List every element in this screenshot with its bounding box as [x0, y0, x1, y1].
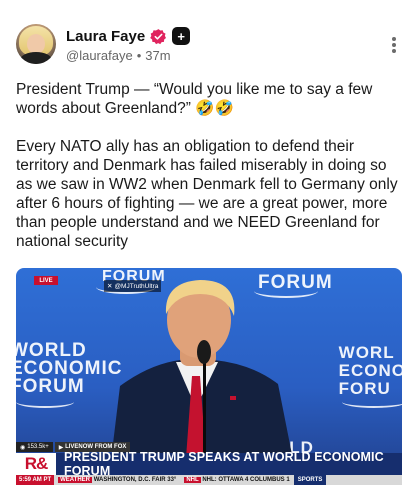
post-header: Laura Faye + @laurafaye • 37m	[16, 24, 402, 68]
ticker-item: NHL NHL: OTTAWA 4 COLUMBUS 1	[180, 477, 293, 483]
news-lower-third: ◉ 153.5k+ ▶ LIVENOW FROM FOX R& PRESIDEN…	[16, 442, 402, 485]
more-vertical-icon-dot	[392, 49, 396, 53]
ticker-text: NHL: OTTAWA 4 COLUMBUS 1	[202, 477, 290, 483]
handle[interactable]: @laurafaye	[66, 48, 133, 63]
x-logo-icon: ✕	[107, 283, 113, 290]
verified-badge-icon	[150, 28, 167, 44]
news-ticker: 5:59 AM PT WEATHER WASHINGTON, D.C. FAIR…	[16, 475, 402, 485]
more-options-button[interactable]	[386, 34, 402, 56]
meta-row: @laurafaye • 37m	[66, 46, 171, 64]
ticker-tag: WEATHER	[58, 477, 93, 483]
avatar[interactable]	[16, 24, 56, 64]
watermark-handle: ✕ @MJTruthUltra	[104, 280, 162, 292]
flag-pin	[230, 396, 236, 400]
more-vertical-icon-dot	[392, 37, 396, 41]
headline-bar: PRESIDENT TRUMP SPEAKS AT WORLD ECONOMIC…	[56, 450, 402, 478]
ticker-time: 5:59 AM PT	[16, 475, 55, 485]
meta-separator: •	[136, 47, 142, 63]
watermark-handle-text: @MJTruthUltra	[114, 282, 159, 290]
ticker-sports-label: SPORTS	[293, 475, 327, 485]
app-badge-icon: +	[172, 27, 191, 45]
post-body: President Trump — “Would you like me to …	[16, 80, 404, 270]
network-logo: R&	[16, 453, 56, 475]
microphone-head	[197, 340, 211, 364]
avatar-face	[27, 34, 45, 54]
post-card: Laura Faye + @laurafaye • 37m President …	[0, 0, 418, 500]
name-row: Laura Faye +	[66, 26, 191, 46]
view-count-text: 153.5k+	[27, 444, 49, 450]
timestamp[interactable]: 37m	[145, 48, 170, 63]
ticker-item: WEATHER WASHINGTON, D.C. FAIR 33°	[54, 477, 180, 483]
more-vertical-icon-dot	[392, 43, 396, 47]
post-paragraph: President Trump — “Would you like me to …	[16, 81, 373, 117]
post-paragraph: Every NATO ally has an obligation to def…	[16, 138, 398, 250]
avatar-body	[20, 52, 52, 64]
display-name[interactable]: Laura Faye	[66, 28, 145, 45]
view-count: ◉ 153.5k+	[16, 442, 53, 452]
eye-icon: ◉	[20, 444, 26, 451]
ticker-text: WASHINGTON, D.C. FAIR 33°	[93, 477, 177, 483]
ticker-tag: NHL	[184, 477, 201, 483]
live-badge: LIVE	[34, 276, 58, 285]
